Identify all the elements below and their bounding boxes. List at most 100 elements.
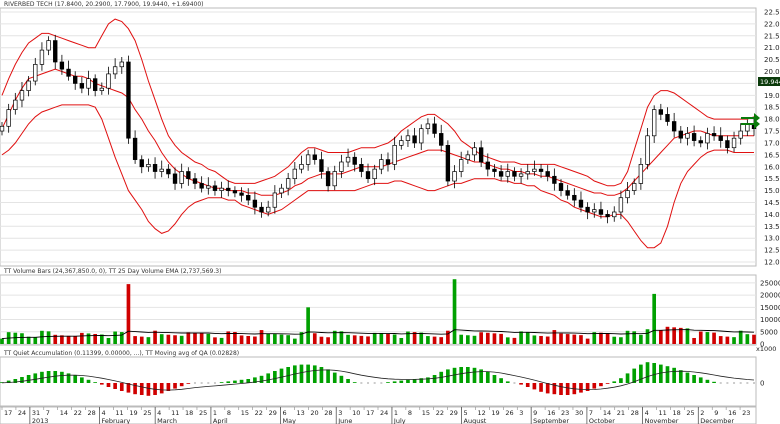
price-tick-label: 15.0 — [764, 187, 780, 195]
candle-down — [485, 161, 490, 170]
candle-up — [99, 87, 105, 91]
date-day-label: 4 — [645, 409, 649, 417]
date-day-label: 14 — [603, 409, 611, 417]
candle-down — [598, 209, 604, 215]
qa-bar-negative — [173, 383, 177, 389]
candle-down — [359, 164, 364, 172]
qa-bar-zero — [367, 382, 370, 384]
price-tick-label: 20.5 — [764, 56, 780, 64]
candle-up — [219, 187, 224, 191]
date-day-label: 5 — [464, 409, 468, 417]
volume-bar — [652, 293, 657, 344]
volume-bar — [519, 331, 523, 344]
date-day-label: 4 — [101, 409, 105, 417]
qa-bar-zero — [360, 382, 363, 384]
candle-down — [92, 78, 98, 91]
volume-panel[interactable]: TT Volume Bars (24,367,850.0, 0), TT 25 … — [0, 268, 780, 353]
candle-up — [26, 80, 31, 91]
qa-panel[interactable]: TT Quiet Accumulation (0.11399, 0.00000,… — [0, 350, 764, 407]
date-day-label: 23 — [561, 409, 569, 417]
candle-down — [172, 173, 178, 184]
volume-bar — [619, 337, 623, 344]
volume-bar — [26, 336, 31, 344]
price-tick-label: 12.5 — [764, 247, 780, 255]
candle-down — [718, 135, 723, 141]
volume-bar — [392, 334, 397, 344]
price-tick-label: 13.0 — [764, 235, 780, 243]
qa-bar-positive — [386, 382, 390, 383]
candle-up — [266, 206, 271, 213]
qa-bar-positive — [698, 377, 703, 383]
qa-bar-positive — [645, 362, 650, 383]
candle-up — [112, 66, 118, 75]
qa-bar-negative — [539, 383, 543, 392]
candle-down — [572, 194, 577, 201]
date-day-label: 1 — [394, 409, 398, 417]
volume-bar — [166, 334, 171, 344]
volume-bar — [199, 333, 204, 344]
candle-up — [618, 197, 624, 213]
volume-bar — [459, 334, 464, 344]
candle-down — [166, 168, 171, 175]
date-day-label: 12 — [477, 409, 485, 417]
candle-up — [638, 164, 644, 184]
qa-bar-positive — [306, 364, 310, 383]
volume-tick-label: 10000 — [760, 316, 780, 324]
date-month-label: March — [157, 417, 177, 424]
volume-bar — [186, 332, 191, 344]
price-tick-label: 15.5 — [764, 175, 780, 183]
qa-bar-negative — [133, 383, 137, 395]
date-day-label: 3 — [519, 409, 523, 417]
price-panel[interactable]: 22.522.021.521.020.520.019.519.018.518.0… — [0, 1, 780, 267]
qa-bar-positive — [392, 381, 397, 383]
candle-up — [159, 168, 164, 172]
volume-bar — [379, 333, 384, 344]
qa-bar-positive — [273, 371, 277, 383]
volume-bar — [559, 333, 563, 344]
qa-bar-positive — [319, 367, 324, 383]
date-day-label: 31 — [32, 409, 40, 417]
volume-axis: 2500020000150001000050000 — [760, 279, 780, 348]
volume-bar — [452, 279, 457, 344]
date-month-label: August — [464, 417, 487, 424]
date-day-label: 16 — [547, 409, 555, 417]
date-day-label: 11 — [659, 409, 667, 417]
candle-up — [292, 168, 297, 180]
volume-bar — [572, 334, 577, 344]
date-month-label: April — [213, 417, 228, 424]
volume-bar — [545, 336, 550, 344]
candle-up — [13, 99, 18, 110]
date-day-label: 19 — [129, 409, 137, 417]
qa-bar-zero — [373, 382, 376, 384]
qa-bar-zero — [207, 382, 210, 384]
date-day-label: 22 — [436, 409, 444, 417]
date-day-label: 8 — [408, 409, 412, 417]
qa-bar-negative — [179, 383, 184, 387]
qa-bar-positive — [472, 367, 477, 383]
volume-bar — [359, 335, 364, 344]
date-day-label: 13 — [296, 409, 304, 417]
volume-bar — [126, 284, 131, 344]
candle-up — [379, 159, 384, 170]
volume-bar — [346, 334, 350, 344]
volume-bar — [259, 330, 264, 344]
candle-down — [711, 133, 717, 137]
price-tick-label: 13.5 — [764, 223, 780, 231]
date-day-label: 24 — [18, 409, 26, 417]
volume-bar — [113, 331, 117, 344]
candle-up — [86, 78, 91, 89]
price-tick-label: 14.5 — [764, 199, 780, 207]
price-tick-label: 16.0 — [764, 163, 780, 171]
candle-down — [192, 178, 198, 184]
volume-bar — [639, 334, 643, 344]
qa-bar-positive — [625, 373, 630, 383]
stock-chart[interactable]: 22.522.021.521.020.520.019.519.018.518.0… — [0, 0, 780, 424]
candle-down — [312, 154, 317, 160]
candle-up — [299, 164, 304, 170]
candle-down — [512, 171, 517, 177]
qa-bar-positive — [339, 375, 344, 383]
candle-up — [206, 185, 211, 189]
date-day-label: 20 — [310, 409, 318, 417]
date-day-label: 3 — [338, 409, 342, 417]
date-day-label: 28 — [88, 409, 96, 417]
